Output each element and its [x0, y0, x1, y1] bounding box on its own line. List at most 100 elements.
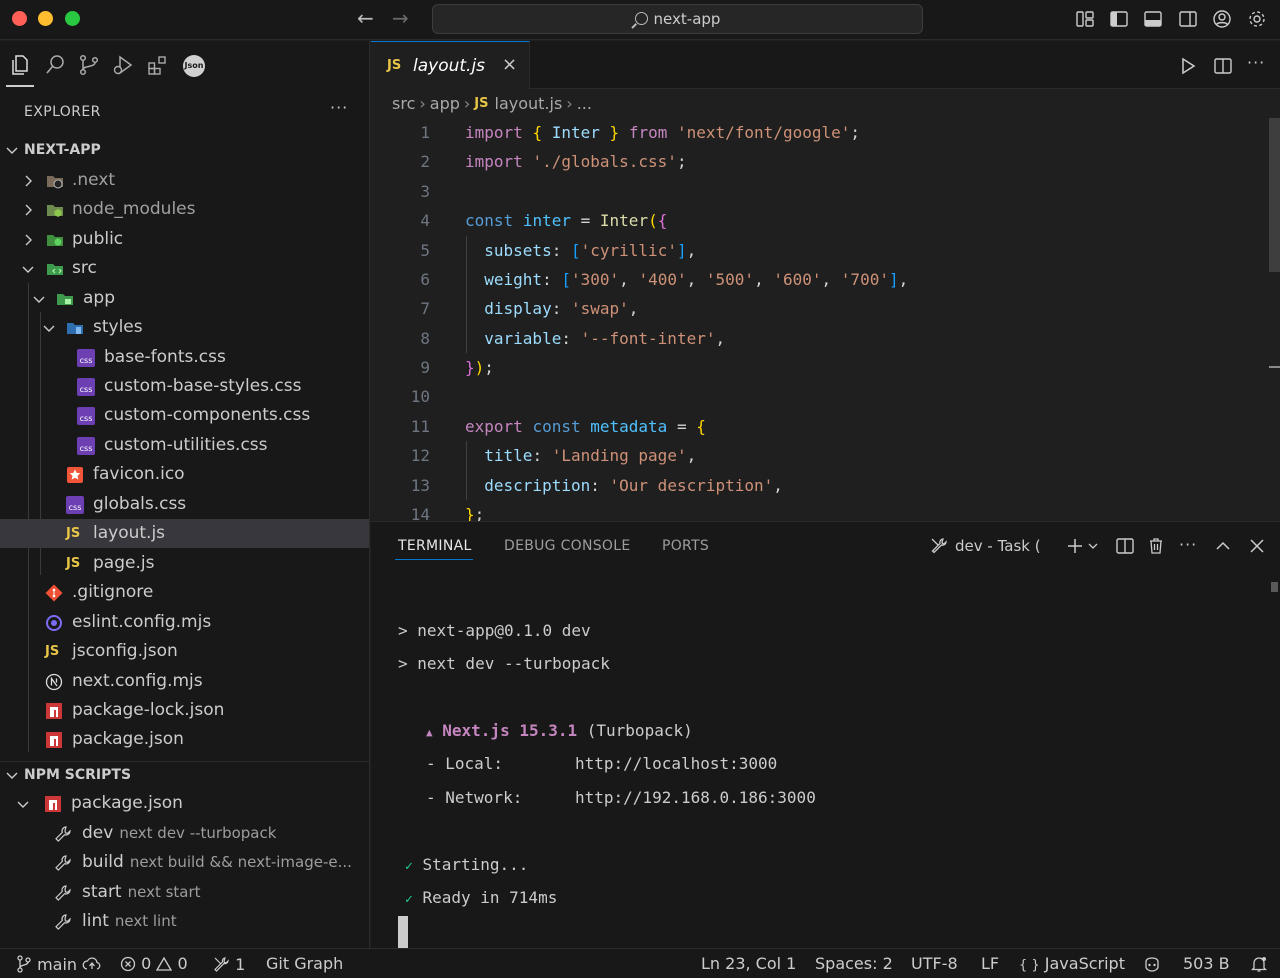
explorer-icon[interactable] — [8, 53, 32, 77]
more-actions-icon[interactable]: ··· — [1247, 53, 1265, 72]
run-file-icon[interactable] — [1179, 57, 1197, 75]
npm-package-json-item[interactable]: package.json — [0, 789, 369, 818]
npm-scripts-section-header[interactable]: NPM SCRIPTS — [0, 761, 369, 787]
tree-item-favicon[interactable]: favicon.ico — [0, 460, 369, 489]
tree-item-app-folder[interactable]: app — [0, 284, 369, 313]
maximize-panel-icon[interactable] — [1213, 536, 1233, 556]
run-debug-icon[interactable] — [111, 53, 135, 77]
terminal-scrollbar[interactable] — [1271, 582, 1278, 592]
terminal-link[interactable]: http://localhost:3000 — [575, 754, 777, 773]
folder-public-icon — [47, 235, 63, 246]
eol-setting[interactable]: LF — [981, 955, 999, 973]
breadcrumb-symbol[interactable]: ... — [577, 94, 592, 113]
tree-item-page-js[interactable]: JS page.js — [0, 549, 369, 578]
npm-script-dev[interactable]: dev next dev --turbopack — [0, 819, 369, 848]
editor-scrollbar[interactable] — [1269, 118, 1280, 272]
breadcrumb-file[interactable]: layout.js — [495, 94, 563, 113]
command-center-search[interactable]: next-app — [432, 4, 923, 34]
terminal-task-selector[interactable]: dev - Task ( — [955, 537, 1041, 555]
go-back-button[interactable]: ← — [357, 7, 374, 29]
tree-item-base-fonts-css[interactable]: css base-fonts.css — [0, 343, 369, 372]
wrench-icon — [55, 826, 71, 842]
toggle-panel-icon[interactable] — [1143, 9, 1163, 29]
settings-gear-icon[interactable] — [1247, 9, 1267, 29]
tree-item-package-lock[interactable]: package-lock.json — [0, 696, 369, 725]
git-graph-button[interactable]: Git Graph — [266, 955, 343, 973]
css-file-icon: css — [77, 407, 95, 425]
toggle-primary-sidebar-icon[interactable] — [1109, 9, 1129, 29]
window-minimize-button[interactable] — [38, 11, 53, 26]
tab-debug-console[interactable]: DEBUG CONSOLE — [504, 538, 631, 554]
chevron-down-icon[interactable] — [1087, 536, 1099, 556]
window-close-button[interactable] — [12, 11, 27, 26]
notifications-bell-icon[interactable] — [1250, 955, 1268, 973]
breadcrumb-app[interactable]: app — [430, 94, 460, 113]
problems-status[interactable]: 0 0 — [120, 955, 188, 973]
npm-script-build[interactable]: build next build && next-image-e... — [0, 848, 369, 877]
tree-item-gitignore[interactable]: .gitignore — [0, 578, 369, 607]
close-tab-icon[interactable]: × — [502, 54, 517, 75]
window-maximize-button[interactable] — [65, 11, 80, 26]
tree-item-styles-folder[interactable]: styles — [0, 313, 369, 342]
explorer-more-actions-icon[interactable]: ··· — [330, 98, 348, 117]
tree-item-src-folder[interactable]: src — [0, 254, 369, 283]
code-line: 8 variable: '--font-inter', — [420, 329, 726, 348]
ports-status[interactable]: 1 — [212, 955, 245, 974]
copilot-icon[interactable] — [1142, 955, 1162, 973]
js-file-icon: JS — [387, 58, 402, 73]
tree-item-custom-components-css[interactable]: css custom-components.css — [0, 401, 369, 430]
npm-file-icon — [45, 796, 61, 812]
indentation-setting[interactable]: Spaces: 2 — [815, 955, 893, 973]
code-line: 9}); — [420, 358, 494, 377]
tree-item-custom-base-styles-css[interactable]: css custom-base-styles.css — [0, 372, 369, 401]
scrollbar-marker — [1269, 366, 1280, 368]
tree-item-globals-css[interactable]: css globals.css — [0, 490, 369, 519]
window-title: next-app — [653, 10, 721, 28]
code-line: 5 subsets: ['cyrillic'], — [420, 241, 697, 260]
tree-item-jsconfig[interactable]: JS jsconfig.json — [0, 637, 369, 666]
json-icon[interactable]: Json — [183, 55, 205, 77]
tab-terminal[interactable]: TERMINAL — [398, 538, 472, 554]
code-line: 12 title: 'Landing page', — [410, 446, 697, 465]
tab-label: layout.js — [413, 56, 486, 76]
npm-script-start[interactable]: start next start — [0, 878, 369, 907]
trash-icon[interactable] — [1146, 536, 1166, 556]
more-actions-icon[interactable]: ··· — [1179, 535, 1197, 554]
tree-item-next-folder[interactable]: .next — [0, 166, 369, 195]
cursor-position[interactable]: Ln 23, Col 1 — [701, 955, 796, 973]
tree-item-eslint-config[interactable]: eslint.config.mjs — [0, 608, 369, 637]
npm-script-lint[interactable]: lint next lint — [0, 907, 369, 936]
breadcrumb-src[interactable]: src — [392, 94, 415, 113]
chevron-down-icon — [33, 296, 45, 303]
tree-item-next-config[interactable]: next.config.mjs — [0, 667, 369, 696]
tree-item-node-modules-folder[interactable]: node_modules — [0, 195, 369, 224]
language-mode[interactable]: { } JavaScript — [1019, 955, 1125, 975]
tab-ports[interactable]: PORTS — [662, 538, 709, 554]
active-view-indicator — [6, 85, 34, 87]
tree-item-public-folder[interactable]: public — [0, 225, 369, 254]
tab-layout-js[interactable]: JS layout.js × — [371, 41, 530, 89]
search-icon[interactable] — [43, 53, 67, 77]
tree-item-package-json[interactable]: package.json — [0, 725, 369, 754]
customize-layout-icon[interactable] — [1075, 9, 1095, 29]
new-terminal-icon[interactable] — [1065, 536, 1085, 556]
split-terminal-icon[interactable] — [1115, 536, 1135, 556]
encoding-setting[interactable]: UTF-8 — [911, 955, 958, 973]
terminal-line: ✓ Starting... — [405, 855, 529, 874]
folder-icon — [47, 176, 63, 189]
close-panel-icon[interactable] — [1247, 536, 1267, 556]
terminal-link[interactable]: http://192.168.0.186:3000 — [575, 788, 816, 807]
tree-item-custom-utilities-css[interactable]: css custom-utilities.css — [0, 431, 369, 460]
accounts-icon[interactable] — [1212, 9, 1232, 29]
go-forward-button[interactable]: → — [392, 7, 409, 29]
wrench-icon — [55, 855, 71, 871]
js-file-icon: JS — [66, 526, 81, 541]
toggle-secondary-sidebar-icon[interactable] — [1178, 9, 1198, 29]
extensions-icon[interactable] — [146, 53, 170, 77]
code-editor[interactable]: 1 import { Inter } from 'next/font/google… — [371, 118, 1280, 521]
project-section-header[interactable]: NEXT-APP — [0, 137, 369, 163]
source-control-icon[interactable] — [77, 53, 101, 77]
tree-item-layout-js[interactable]: JS layout.js — [0, 519, 369, 548]
branch-status[interactable]: main — [16, 955, 102, 974]
split-editor-icon[interactable] — [1213, 56, 1233, 76]
